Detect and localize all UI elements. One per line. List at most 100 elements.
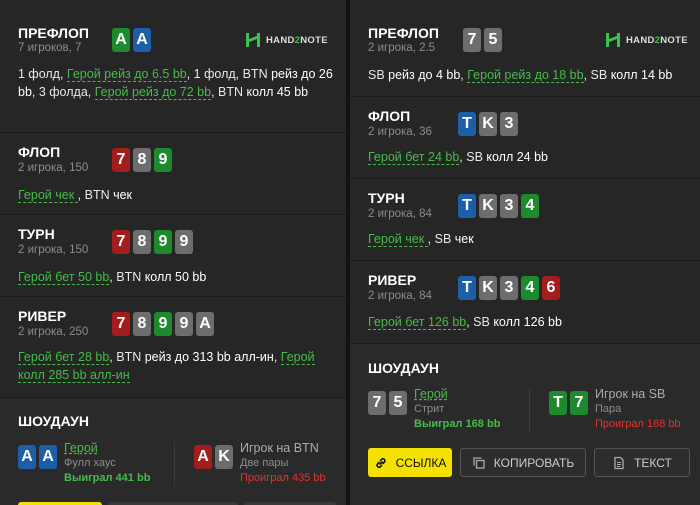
card: A	[196, 312, 214, 336]
opponent-name: Игрок на SB	[595, 387, 666, 401]
showdown-section: ШОУДАУН A A Герой Фулл хаус Выиграл 441 …	[0, 398, 346, 505]
hero-action-link[interactable]: Герой рейз до 6.5 bb	[66, 67, 187, 82]
link-icon	[375, 457, 386, 468]
street-title: ФЛОП	[368, 108, 411, 124]
street-title: РИВЕР	[18, 308, 67, 324]
river-section: РИВЕР 2 игрока, 84 T K 3 4 6 Герой бет 1…	[350, 261, 700, 344]
flop-section: ФЛОП 2 игрока, 36 T K 3 Герой бет 24 bb,…	[350, 97, 700, 179]
hero-action-link[interactable]: колл 285 bb алл-ин	[18, 368, 130, 383]
turn-section: ТУРН 2 игрока, 84 T K 3 4 Герой чек , SB…	[350, 179, 700, 261]
card: 3	[500, 194, 518, 218]
card: 9	[175, 230, 193, 254]
card: 7	[112, 312, 130, 336]
opponent-showdown-cards: A K	[194, 445, 233, 469]
card: 9	[175, 312, 193, 336]
opponent-hand: Две пары	[240, 457, 289, 469]
street-subtitle: 2 игрока, 2.5	[368, 42, 436, 54]
card: A	[194, 445, 212, 469]
text-button-label: ТЕКСТ	[634, 455, 672, 470]
card: T	[549, 391, 567, 415]
hero-showdown-cards: A A	[18, 445, 57, 469]
card: T	[458, 194, 476, 218]
card: 7	[463, 28, 481, 52]
card: 8	[133, 148, 151, 172]
hero-action-link[interactable]: Герой бет 50 bb	[18, 270, 110, 285]
street-subtitle: 2 игрока, 36	[368, 126, 432, 138]
hand2note-logo: HAND2NOTE	[244, 31, 328, 49]
hero-action-link[interactable]: Герой чек	[18, 188, 78, 203]
card: A	[39, 445, 57, 469]
showdown-title: ШОУДАУН	[368, 360, 439, 376]
card: A	[18, 445, 36, 469]
hero-hand: Фулл хаус	[64, 457, 116, 469]
preflop-section: ПРЕФЛОП 2 игрока, 2.5 7 5 HAND2NOTE SB р…	[350, 0, 700, 97]
street-subtitle: 2 игрока, 250	[18, 326, 89, 338]
hero-action-link[interactable]: Герой	[280, 350, 315, 365]
board-cards: 7 8 9	[112, 148, 172, 172]
hero-hand: Стрит	[414, 403, 445, 415]
street-subtitle: 2 игрока, 150	[18, 162, 89, 174]
card: 3	[500, 112, 518, 136]
card: 6	[542, 276, 560, 300]
street-title: ТУРН	[18, 226, 55, 242]
card: 7	[368, 391, 386, 415]
card: 5	[484, 28, 502, 52]
hero-action-link[interactable]: Герой бет 126 bb	[368, 315, 467, 330]
card: 9	[154, 148, 172, 172]
link-button[interactable]: ССЫЛКА	[368, 448, 452, 477]
street-actions: Герой чек , BTN чек	[18, 188, 133, 203]
hero-result: Выиграл 441 bb	[64, 472, 151, 484]
card: 3	[500, 276, 518, 300]
opponent-showdown-cards: T 7	[549, 391, 588, 415]
street-title: ПРЕФЛОП	[18, 25, 89, 41]
card: 5	[389, 391, 407, 415]
hero-action-link[interactable]: Герой бет 28 bb	[18, 350, 110, 365]
copy-button[interactable]: КОПИРОВАТЬ	[460, 448, 586, 477]
card: T	[458, 276, 476, 300]
opponent-showdown-info: Игрок на BTN Две пары Проиграл 435 bb	[240, 441, 326, 484]
turn-section: ТУРН 2 игрока, 150 7 8 9 9 Герой бет 50 …	[0, 215, 346, 297]
text-button[interactable]: ТЕКСТ	[594, 448, 690, 477]
hero-action-link[interactable]: Герой рейз до 18 bb	[467, 68, 584, 83]
hand2note-logo-icon	[246, 33, 260, 47]
board-cards: T K 3 4	[458, 194, 539, 218]
street-actions: Герой бет 50 bb, BTN колл 50 bb	[18, 270, 207, 285]
street-subtitle: 7 игроков, 7	[18, 42, 82, 54]
street-actions: SB рейз до 4 bb, Герой рейз до 18 bb, SB…	[368, 68, 673, 83]
logo-text: HAND2NOTE	[266, 34, 328, 46]
card: K	[479, 112, 497, 136]
hand2note-logo: HAND2NOTE	[604, 31, 688, 49]
opponent-name: Игрок на BTN	[240, 441, 319, 455]
street-subtitle: 2 игрока, 84	[368, 290, 432, 302]
hole-cards: 7 5	[463, 28, 502, 52]
opponent-hand: Пара	[595, 403, 622, 415]
hero-action-link[interactable]: Герой чек	[368, 232, 428, 247]
card: 7	[112, 148, 130, 172]
hero-action-link[interactable]: Герой бет 24 bb	[368, 150, 460, 165]
street-subtitle: 2 игрока, 150	[18, 244, 89, 256]
card: 4	[521, 194, 539, 218]
street-title: ПРЕФЛОП	[368, 25, 439, 41]
street-actions: Герой бет 126 bb, SB колл 126 bb	[368, 315, 562, 330]
hero-action-link[interactable]: Герой рейз до 72 bb	[94, 85, 212, 100]
card: A	[133, 28, 151, 52]
card: 7	[570, 391, 588, 415]
hand2note-logo-icon	[606, 33, 620, 47]
card: 9	[154, 230, 172, 254]
card: 4	[521, 276, 539, 300]
street-title: ТУРН	[368, 190, 405, 206]
preflop-section: ПРЕФЛОП 7 игроков, 7 A A HAND2NOTE 1 фол…	[0, 0, 346, 133]
opponent-showdown-info: Игрок на SB Пара Проиграл 168 bb	[595, 387, 681, 430]
river-section: РИВЕР 2 игрока, 250 7 8 9 9 A Герой бет …	[0, 297, 346, 398]
hero-name-link[interactable]: Герой	[414, 387, 500, 401]
street-actions: 1 фолд, Герой рейз до 6.5 bb, 1 фолд, BT…	[18, 67, 333, 100]
hero-name-link[interactable]: Герой	[64, 441, 150, 455]
divider	[174, 442, 175, 486]
street-title: ФЛОП	[18, 144, 61, 160]
card: 9	[154, 312, 172, 336]
street-actions: Герой бет 28 bb, BTN рейз до 313 bb алл-…	[18, 350, 315, 383]
hero-showdown-info: Герой Фулл хаус Выиграл 441 bb	[64, 441, 150, 484]
street-actions: Герой чек , SB чек	[368, 232, 474, 247]
showdown-title: ШОУДАУН	[18, 413, 89, 429]
flop-section: ФЛОП 2 игрока, 150 7 8 9 Герой чек , BTN…	[0, 133, 346, 215]
